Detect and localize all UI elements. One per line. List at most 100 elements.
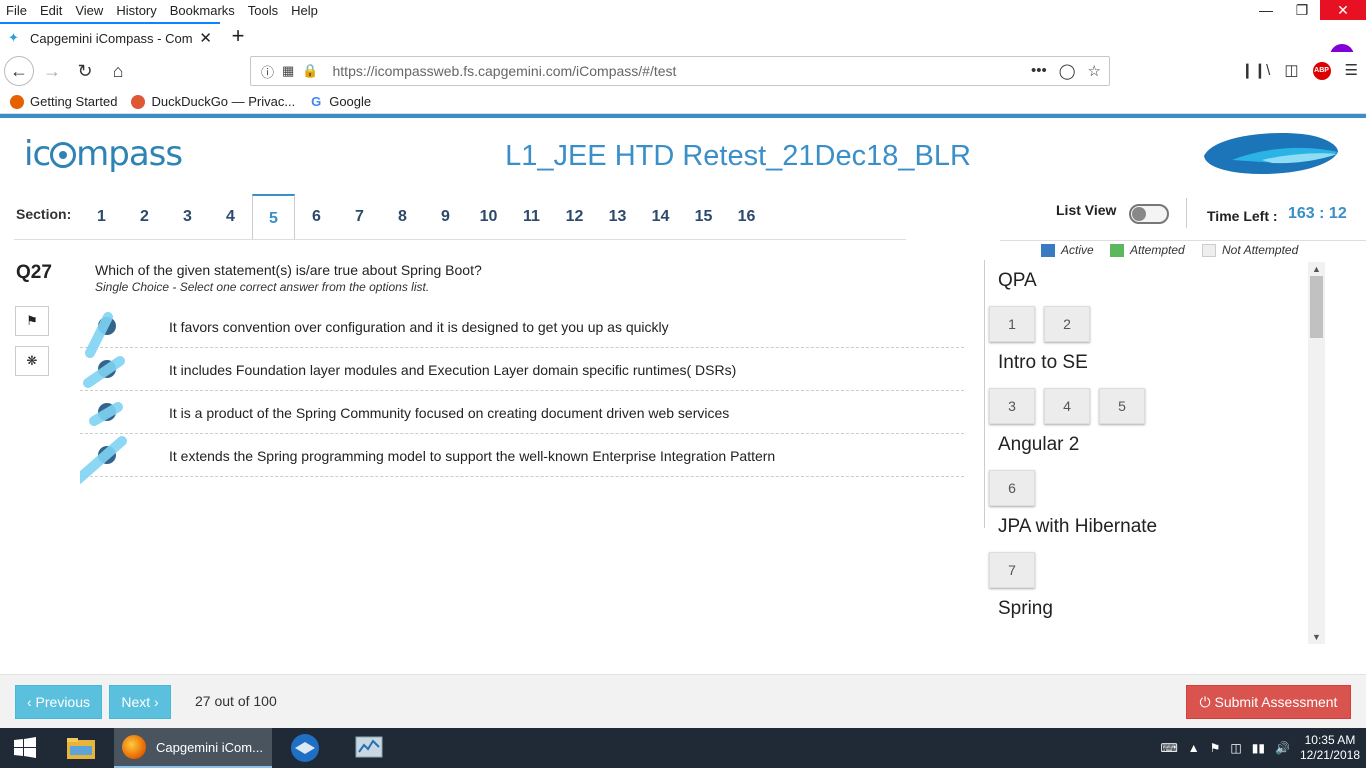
menu-view[interactable]: View [73,3,105,18]
list-view-toggle[interactable] [1129,204,1169,224]
minimize-icon[interactable]: — [1248,0,1284,20]
palette-scrollbar[interactable]: ▲ ▼ [1308,262,1325,644]
library-icon[interactable]: ❙❙\ [1241,56,1270,86]
scroll-down-icon[interactable]: ▼ [1308,630,1325,644]
show-hidden-icons[interactable]: ▲ [1188,741,1200,755]
menu-file[interactable]: File [4,3,29,18]
section-tab-2[interactable]: 2 [123,194,166,240]
section-tab-5[interactable]: 5 [252,194,295,240]
palette-group-title: Angular 2 [998,434,1080,455]
option-row[interactable]: It favors convention over configuration … [80,305,964,348]
menu-bookmarks[interactable]: Bookmarks [168,3,237,18]
section-tab-15[interactable]: 15 [682,194,725,240]
media-blocked-icon[interactable]: ▦ [282,63,294,79]
close-tab-icon[interactable]: ✕ [199,29,212,47]
firefox-icon [122,735,146,759]
report-bug-button[interactable]: ❋ [15,346,49,376]
windows-start-icon[interactable] [8,728,42,768]
info-icon[interactable]: ⓘ [261,62,274,81]
google-icon: G [309,93,324,109]
legend-attempted: Attempted [1110,243,1185,257]
palette-group-title: Spring [998,598,1053,619]
page-actions-icon[interactable]: ••• [1031,62,1047,80]
pocket-icon[interactable]: ◯ [1059,62,1076,80]
option-row[interactable]: It includes Foundation layer modules and… [80,348,964,391]
taskbar-firefox-button[interactable]: Capgemini iCom... [114,728,272,768]
question-number: Q27 [16,262,52,283]
palette-question-button[interactable]: 1 [989,306,1035,342]
scroll-up-icon[interactable]: ▲ [1308,262,1325,276]
back-icon[interactable]: ← [4,56,34,86]
option-text: It favors convention over configuration … [169,319,669,335]
url-text[interactable]: https://icompassweb.fs.capgemini.com/iCo… [333,63,677,79]
maximize-icon[interactable]: ❐ [1284,0,1320,20]
lock-icon[interactable]: 🔒 [302,63,318,79]
option-radio[interactable] [98,360,116,378]
device-icon[interactable]: ◫ [1230,741,1241,755]
section-tab-16[interactable]: 16 [725,194,768,240]
next-button[interactable]: Next › [109,685,171,719]
new-tab-icon[interactable]: + [224,22,252,52]
bookmark-google[interactable]: G Google [309,94,371,109]
menu-history[interactable]: History [114,3,158,18]
option-row[interactable]: It is a product of the Spring Community … [80,391,964,434]
home-icon[interactable]: ⌂ [103,56,133,86]
thunderbird-icon[interactable] [286,728,324,768]
tab-title: Capgemini iCompass - Compe [30,30,194,46]
option-radio[interactable] [98,446,116,464]
palette-question-button[interactable]: 3 [989,388,1035,424]
performance-monitor-icon[interactable] [350,728,388,768]
browser-tab[interactable]: ✦ Capgemini iCompass - Compe ✕ [0,22,220,52]
option-text: It is a product of the Spring Community … [169,405,730,421]
palette-question-button[interactable]: 2 [1044,306,1090,342]
palette-group-title: Intro to SE [998,352,1088,373]
volume-icon[interactable]: 🔊 [1275,741,1290,755]
clock[interactable]: 10:35 AM 12/21/2018 [1300,733,1360,763]
section-tab-4[interactable]: 4 [209,194,252,240]
bookmark-getting-started[interactable]: Getting Started [10,94,117,109]
reload-icon[interactable]: ↻ [70,56,100,86]
firefox-icon [10,94,24,109]
palette-question-button[interactable]: 5 [1099,388,1145,424]
keyboard-icon[interactable]: ⌨ [1160,741,1177,755]
network-icon[interactable]: ▮▮ [1252,741,1265,755]
scroll-thumb[interactable] [1310,276,1323,338]
menu-tools[interactable]: Tools [246,3,280,18]
file-explorer-icon[interactable] [62,728,100,768]
adblock-icon[interactable]: ABP [1312,62,1331,80]
option-radio[interactable] [98,403,116,421]
flag-button[interactable]: ⚑ [15,306,49,336]
submit-assessment-button[interactable]: ⏻ Submit Assessment [1186,685,1351,719]
previous-button[interactable]: ‹ Previous [15,685,102,719]
url-bar[interactable]: ⓘ ▦ 🔒 https://icompassweb.fs.capgemini.c… [250,56,1110,86]
section-tab-1[interactable]: 1 [80,194,123,240]
section-tab-6[interactable]: 6 [295,194,338,240]
sidebar-icon[interactable]: ◫ [1284,56,1298,86]
section-tab-9[interactable]: 9 [424,194,467,240]
section-tab-7[interactable]: 7 [338,194,381,240]
palette-question-button[interactable]: 6 [989,470,1035,506]
flag-notification-icon[interactable]: ⚑ [1210,741,1221,755]
menu-help[interactable]: Help [289,3,320,18]
option-row[interactable]: It extends the Spring programming model … [80,434,964,477]
option-text: It extends the Spring programming model … [169,448,776,464]
section-tab-11[interactable]: 11 [510,194,553,240]
section-tab-14[interactable]: 14 [639,194,682,240]
palette-question-button[interactable]: 7 [989,552,1035,588]
section-tab-8[interactable]: 8 [381,194,424,240]
legend-label: Attempted [1130,243,1185,257]
section-tab-3[interactable]: 3 [166,194,209,240]
close-window-icon[interactable]: ✕ [1320,0,1366,20]
section-tab-10[interactable]: 10 [467,194,510,240]
menu-edit[interactable]: Edit [38,3,64,18]
bookmark-star-icon[interactable]: ☆ [1088,62,1101,80]
option-radio[interactable] [98,317,116,335]
forward-icon[interactable]: → [37,56,67,86]
hamburger-menu-icon[interactable]: ☰ [1345,56,1358,86]
section-tab-12[interactable]: 12 [553,194,596,240]
palette-question-button[interactable]: 4 [1044,388,1090,424]
section-tab-13[interactable]: 13 [596,194,639,240]
bookmark-duckduckgo[interactable]: DuckDuckGo — Privac... [131,94,295,109]
palette-group-title: JPA with Hibernate [998,516,1158,537]
options-list: It favors convention over configuration … [80,305,964,485]
